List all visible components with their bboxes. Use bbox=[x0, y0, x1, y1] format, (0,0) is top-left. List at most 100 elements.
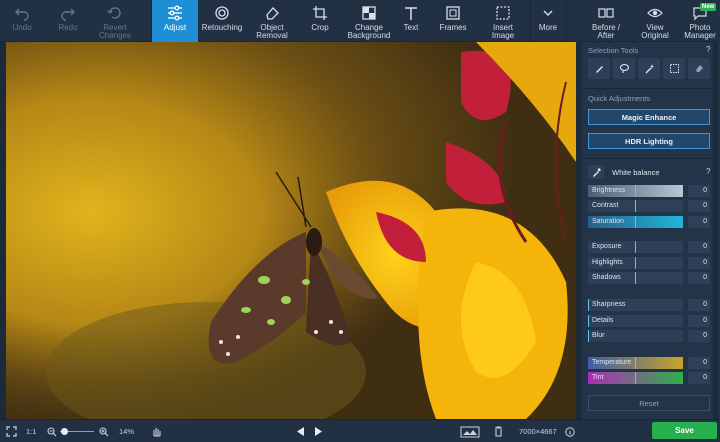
slider-handle[interactable] bbox=[635, 272, 636, 284]
lasso-selection-button[interactable] bbox=[613, 58, 635, 79]
image-info-button[interactable] bbox=[460, 425, 480, 438]
main-toolbar: Undo Redo Revert Changes Adjust Retouchi… bbox=[0, 0, 720, 42]
undo-button[interactable]: Undo bbox=[0, 0, 44, 42]
tab-frames[interactable]: Frames bbox=[432, 0, 474, 42]
info-button[interactable] bbox=[565, 425, 575, 438]
info-icon bbox=[565, 426, 575, 437]
rect-selection-button[interactable] bbox=[663, 58, 685, 79]
slider-label: Contrast bbox=[592, 202, 619, 209]
slider-handle[interactable] bbox=[588, 299, 589, 311]
reset-button[interactable]: Reset bbox=[588, 395, 710, 411]
zoom-in-button[interactable] bbox=[99, 425, 109, 438]
slider-label: Details bbox=[592, 317, 614, 324]
undo-icon bbox=[14, 5, 30, 21]
slider-handle[interactable] bbox=[635, 257, 636, 269]
tab-change-background[interactable]: Change Background bbox=[344, 0, 394, 42]
slider-handle[interactable] bbox=[635, 357, 636, 369]
next-image-button[interactable] bbox=[315, 425, 323, 438]
slider-saturation[interactable]: Saturation bbox=[588, 216, 683, 228]
tab-retouching[interactable]: Retouching bbox=[198, 0, 246, 42]
slider-tint[interactable]: Tint bbox=[588, 372, 683, 384]
bottom-bar: 1:1 14% 7000×4667 bbox=[0, 419, 720, 442]
slider-blur[interactable]: Blur bbox=[588, 330, 683, 342]
slider-exposure[interactable]: Exposure bbox=[588, 241, 683, 253]
zoom-out-icon bbox=[47, 426, 57, 436]
image-icon bbox=[460, 426, 480, 437]
eyedropper-icon bbox=[592, 167, 601, 177]
tab-text[interactable]: Text bbox=[394, 0, 428, 42]
slider-value-input[interactable]: 0 bbox=[688, 200, 710, 212]
magic-wand-button[interactable] bbox=[638, 58, 660, 79]
actual-size-button[interactable]: 1:1 bbox=[26, 425, 36, 438]
white-balance-help-icon[interactable]: ? bbox=[706, 167, 710, 176]
slider-handle[interactable] bbox=[588, 330, 589, 342]
eraser-selection-button[interactable] bbox=[688, 58, 710, 79]
slider-value-input[interactable]: 0 bbox=[688, 372, 710, 384]
revert-changes-button[interactable]: Revert Changes bbox=[92, 0, 138, 42]
redo-icon bbox=[60, 5, 76, 21]
slider-handle[interactable] bbox=[588, 315, 589, 327]
slider-handle[interactable] bbox=[635, 185, 636, 197]
slider-handle[interactable] bbox=[635, 241, 636, 253]
photo-canvas[interactable] bbox=[6, 42, 576, 419]
slider-value-input[interactable]: 0 bbox=[688, 241, 710, 253]
slider-value-input[interactable]: 0 bbox=[688, 185, 710, 197]
slider-label: Blur bbox=[592, 332, 605, 339]
panel-scrollbar[interactable] bbox=[713, 42, 718, 419]
slider-details[interactable]: Details bbox=[588, 315, 683, 327]
previous-image-button[interactable] bbox=[297, 425, 305, 438]
adjust-panel: Selection Tools ? Quick Adjustments Magi… bbox=[582, 42, 720, 419]
slider-handle[interactable] bbox=[635, 216, 636, 228]
slider-label: Brightness bbox=[592, 187, 626, 194]
slider-value-input[interactable]: 0 bbox=[688, 315, 710, 327]
fit-to-screen-button[interactable] bbox=[6, 425, 17, 438]
tab-crop[interactable]: Crop bbox=[298, 0, 342, 42]
slider-handle[interactable] bbox=[635, 372, 636, 384]
fullscreen-icon bbox=[6, 426, 17, 437]
zoom-out-button[interactable] bbox=[47, 425, 57, 438]
slider-label: Saturation bbox=[592, 218, 624, 225]
slider-shadows[interactable]: Shadows bbox=[588, 272, 683, 284]
slider-temperature[interactable]: Temperature bbox=[588, 357, 683, 369]
slider-value-input[interactable]: 0 bbox=[688, 330, 710, 342]
before-after-button[interactable]: Before / After bbox=[584, 0, 628, 42]
sliders-icon bbox=[167, 5, 183, 21]
arrow-left-icon bbox=[297, 427, 304, 436]
hdr-lighting-button[interactable]: HDR Lighting bbox=[588, 133, 710, 149]
slider-handle[interactable] bbox=[635, 200, 636, 212]
butterfly-flower-photo bbox=[6, 42, 576, 419]
magic-enhance-button[interactable]: Magic Enhance bbox=[588, 109, 710, 125]
brush-selection-button[interactable] bbox=[588, 58, 610, 79]
save-button[interactable]: Save bbox=[652, 422, 717, 439]
hand-icon bbox=[153, 428, 161, 437]
background-icon bbox=[361, 5, 377, 21]
slider-sharpness[interactable]: Sharpness bbox=[588, 299, 683, 311]
magic-wand-icon bbox=[645, 64, 654, 74]
slider-value-input[interactable]: 0 bbox=[688, 299, 710, 311]
delete-button[interactable] bbox=[494, 425, 503, 438]
slider-value-input[interactable]: 0 bbox=[688, 272, 710, 284]
redo-button[interactable]: Redo bbox=[46, 0, 90, 42]
white-balance-picker[interactable] bbox=[588, 165, 604, 179]
zoom-slider-handle[interactable] bbox=[61, 428, 68, 435]
tab-object-removal[interactable]: Object Removal bbox=[248, 0, 296, 42]
more-button[interactable]: More bbox=[531, 0, 565, 42]
slider-value-input[interactable]: 0 bbox=[688, 216, 710, 228]
eye-icon bbox=[647, 5, 663, 21]
slider-brightness[interactable]: Brightness bbox=[588, 185, 683, 197]
tab-adjust[interactable]: Adjust bbox=[152, 0, 198, 42]
tab-insert-image[interactable]: Insert Image bbox=[478, 0, 528, 42]
slider-label: Temperature bbox=[592, 359, 632, 366]
view-original-button[interactable]: View Original bbox=[634, 0, 676, 42]
revert-icon bbox=[107, 5, 123, 21]
slider-value-input[interactable]: 0 bbox=[688, 257, 710, 269]
pan-tool-button[interactable] bbox=[151, 425, 162, 438]
slider-highlights[interactable]: Highlights bbox=[588, 257, 683, 269]
zoom-level: 14% bbox=[119, 427, 135, 436]
rectangle-select-icon bbox=[669, 64, 679, 73]
help-icon[interactable]: ? bbox=[706, 45, 710, 54]
slider-value-input[interactable]: 0 bbox=[688, 357, 710, 369]
zoom-in-icon bbox=[99, 426, 109, 436]
insert-image-icon bbox=[495, 5, 511, 21]
slider-contrast[interactable]: Contrast bbox=[588, 200, 683, 212]
